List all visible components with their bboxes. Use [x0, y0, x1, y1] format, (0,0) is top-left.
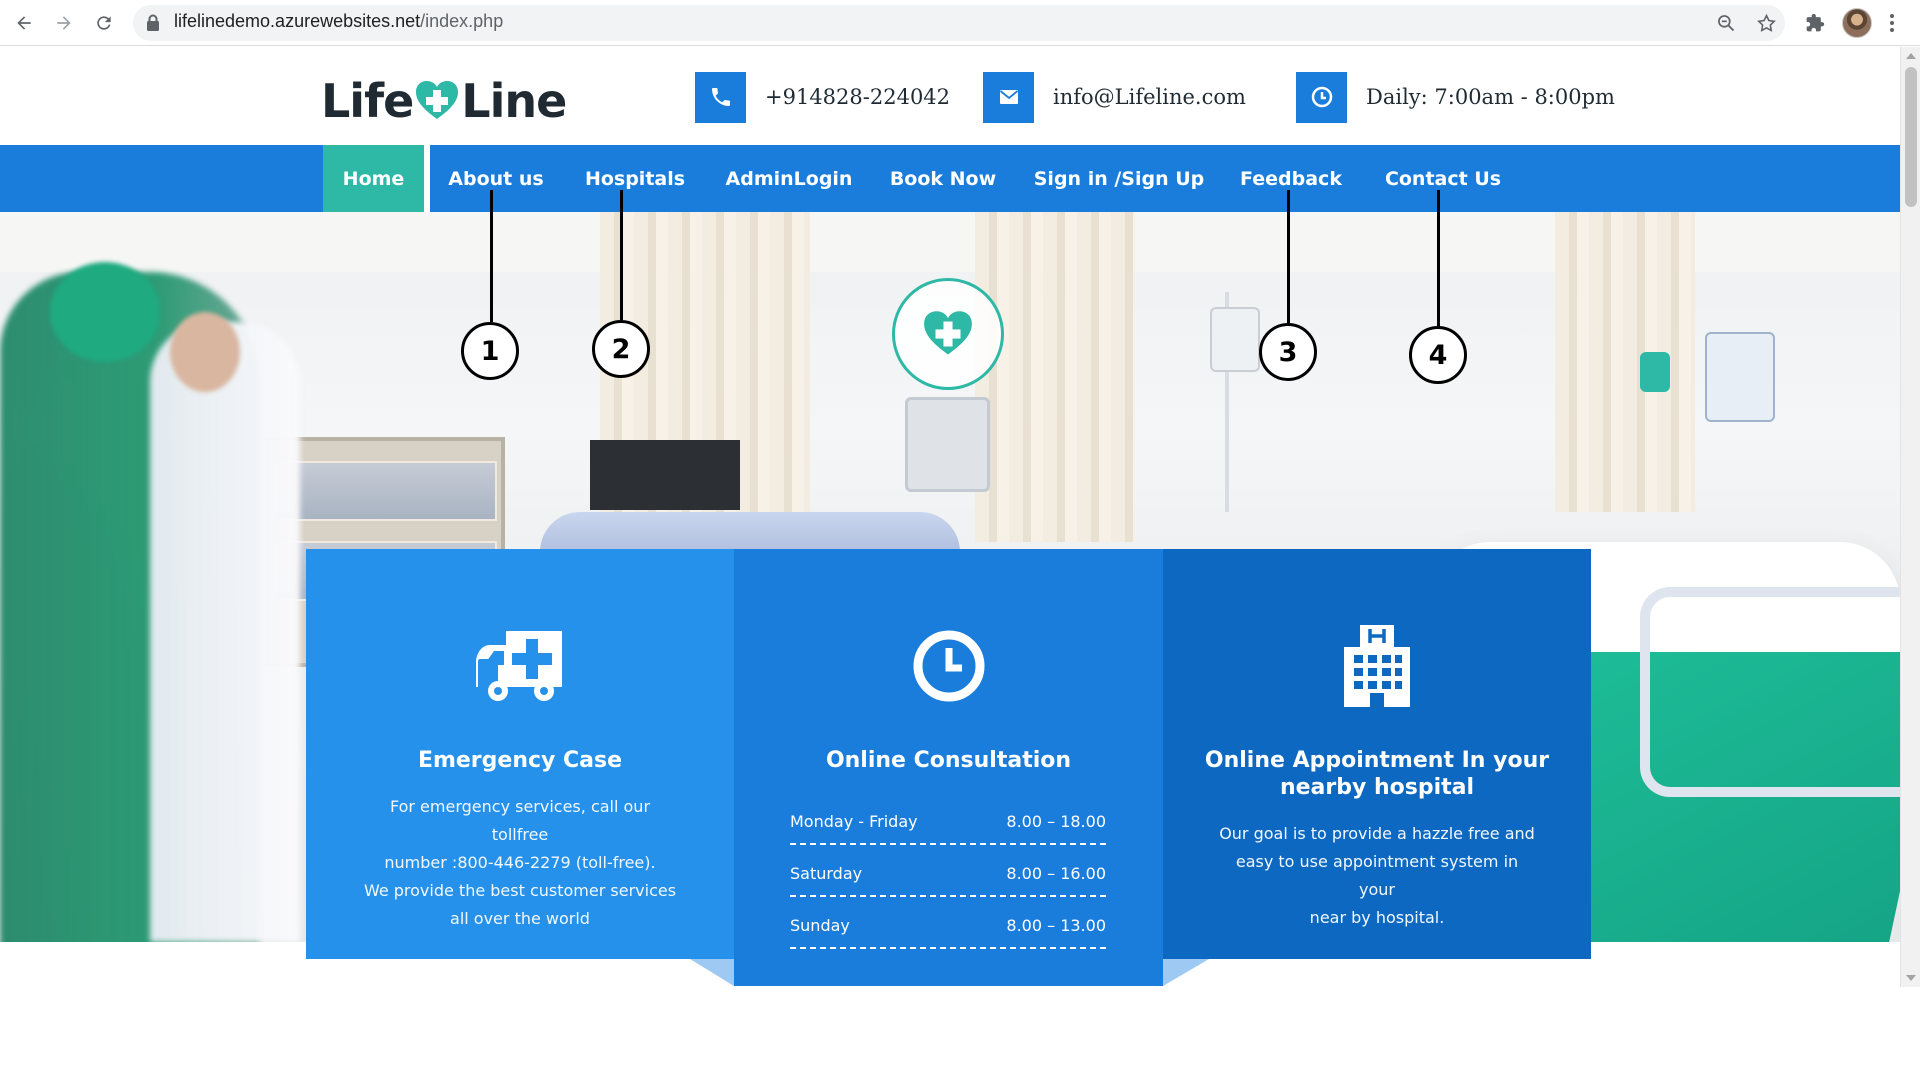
- nurse-face: [170, 312, 240, 392]
- scrollbar-thumb[interactable]: [1905, 67, 1917, 207]
- callout-line-4: [1437, 190, 1440, 326]
- emergency-title: Emergency Case: [417, 748, 623, 773]
- cabinet-shelf: [275, 461, 497, 521]
- emergency-tollfree-number: number :800-446-2279 (toll-free).: [384, 853, 656, 872]
- nav-admin-login[interactable]: AdminLogin: [718, 145, 860, 212]
- heart-cross-icon: [924, 311, 972, 355]
- consultation-title: Online Consultation: [825, 748, 1072, 773]
- clock-icon: [1311, 86, 1332, 108]
- patient-monitor: [590, 440, 740, 510]
- forward-arrow-icon: [57, 16, 71, 30]
- card-notch-right: [1163, 959, 1209, 986]
- lifeline-logo[interactable]: Life Line: [321, 71, 567, 131]
- ambulance-icon: [476, 631, 562, 701]
- appointment-text-line: easy to use appointment system in your: [1235, 852, 1519, 899]
- curtain-right: [1555, 212, 1695, 512]
- bookmark-star-icon[interactable]: [1754, 11, 1778, 35]
- kebab-menu-icon[interactable]: [1880, 11, 1904, 35]
- zoom-icon[interactable]: [1714, 11, 1738, 35]
- hours-row: Monday - Friday 8.00 – 18.00: [790, 793, 1106, 845]
- back-button[interactable]: [10, 9, 38, 37]
- forward-button[interactable]: [50, 9, 78, 37]
- nav-about-us[interactable]: About us: [444, 145, 548, 212]
- callout-marker-3: 3: [1259, 323, 1317, 381]
- appointment-description: Our goal is to provide a hazzle free and…: [1163, 820, 1591, 932]
- url-domain: lifelinedemo.azurewebsites.net: [174, 11, 421, 31]
- hours-time: 8.00 – 13.00: [1006, 915, 1106, 935]
- nav-feedback[interactable]: Feedback: [1236, 145, 1346, 212]
- emergency-text-line: For emergency services, call our tollfre…: [389, 797, 651, 844]
- suction-canister: [1210, 307, 1260, 372]
- callout-line-1: [490, 190, 493, 322]
- email-contact[interactable]: info@Lifeline.com: [983, 71, 1246, 123]
- nurse-figure: [150, 322, 300, 942]
- appointment-text-line: near by hospital.: [1309, 908, 1445, 927]
- email-address: info@Lifeline.com: [1053, 85, 1246, 109]
- curtain-center: [975, 212, 1135, 542]
- callout-marker-4: 4: [1409, 326, 1467, 384]
- emergency-case-card: Emergency Case For emergency services, c…: [306, 549, 734, 959]
- nav-hospitals[interactable]: Hospitals: [576, 145, 694, 212]
- phone-number: +914828-224042: [765, 85, 951, 109]
- clock-icon-box: [1296, 71, 1347, 123]
- reload-icon: [97, 16, 111, 30]
- hours-day: Saturday: [790, 863, 863, 883]
- page-scrollbar[interactable]: [1900, 47, 1920, 987]
- browser-toolbar: lifelinedemo.azurewebsites.net/index.php: [0, 0, 1920, 46]
- bed-side-rail: [1640, 587, 1900, 797]
- appointment-title-line: nearby hospital: [1279, 775, 1475, 800]
- scroll-up-arrow-icon[interactable]: [1906, 53, 1916, 59]
- url-path: /index.php: [420, 11, 504, 31]
- lock-icon: [147, 14, 159, 31]
- logo-text-line: Line: [461, 74, 567, 128]
- online-consultation-card: Online Consultation Monday - Friday 8.00…: [734, 549, 1163, 986]
- online-appointment-card: Online Appointment In your nearby hospit…: [1163, 549, 1591, 959]
- emergency-description: For emergency services, call our tollfre…: [306, 793, 734, 933]
- main-navigation: Home About us Hospitals AdminLogin Book …: [0, 145, 1900, 212]
- oxygen-canister: [1705, 332, 1775, 422]
- callout-marker-1: 1: [461, 322, 519, 380]
- hours-time: 8.00 – 18.00: [1006, 811, 1106, 831]
- hours-contact: Daily: 7:00am - 8:00pm: [1296, 71, 1615, 123]
- callout-marker-2: 2: [592, 320, 650, 378]
- envelope-icon: [999, 90, 1018, 104]
- opening-hours: Daily: 7:00am - 8:00pm: [1366, 85, 1615, 109]
- site-header: Life Line +914828-224042 info@Lifeline.c…: [0, 47, 1900, 145]
- callout-line-2: [620, 190, 623, 320]
- phone-icon: [711, 88, 730, 106]
- extensions-puzzle-icon[interactable]: [1803, 11, 1827, 35]
- hours-day: Monday - Friday: [790, 811, 918, 831]
- hours-time: 8.00 – 16.00: [1006, 863, 1106, 883]
- hours-row: Sunday 8.00 – 13.00: [790, 897, 1106, 949]
- clock-icon: [913, 630, 984, 702]
- nav-book-now[interactable]: Book Now: [884, 145, 1002, 212]
- appointment-title-line: Online Appointment In your: [1204, 748, 1550, 773]
- hours-row: Saturday 8.00 – 16.00: [790, 845, 1106, 897]
- phone-icon-box: [695, 71, 746, 123]
- appointment-title: Online Appointment In your nearby hospit…: [1163, 747, 1591, 801]
- callout-line-3: [1287, 190, 1290, 323]
- hours-day: Sunday: [790, 915, 850, 935]
- appointment-text-line: Our goal is to provide a hazzle free and: [1219, 824, 1535, 843]
- doctor-cap: [50, 262, 160, 362]
- nav-home[interactable]: Home: [323, 145, 430, 212]
- hero-heart-badge: [892, 278, 1004, 390]
- phone-contact[interactable]: +914828-224042: [695, 71, 951, 123]
- email-icon-box: [983, 71, 1034, 123]
- reload-button[interactable]: [90, 9, 118, 37]
- oxygen-flowmeter: [1640, 352, 1670, 392]
- url-text[interactable]: lifelinedemo.azurewebsites.net/index.php: [174, 11, 503, 32]
- emergency-text-line: We provide the best customer services: [363, 881, 677, 900]
- nav-sign-in-sign-up[interactable]: Sign in /Sign Up: [1030, 145, 1208, 212]
- vital-signs-monitor: [905, 397, 990, 492]
- emergency-text-line: all over the world: [450, 909, 590, 928]
- profile-avatar[interactable]: [1842, 8, 1872, 38]
- card-notch-left: [690, 959, 734, 986]
- heart-cross-icon: [416, 81, 459, 119]
- back-arrow-icon: [17, 16, 31, 30]
- scroll-down-arrow-icon[interactable]: [1906, 975, 1916, 981]
- nav-contact-us[interactable]: Contact Us: [1380, 145, 1506, 212]
- logo-text-life: Life: [321, 74, 414, 128]
- hospital-building-icon: [1344, 625, 1410, 707]
